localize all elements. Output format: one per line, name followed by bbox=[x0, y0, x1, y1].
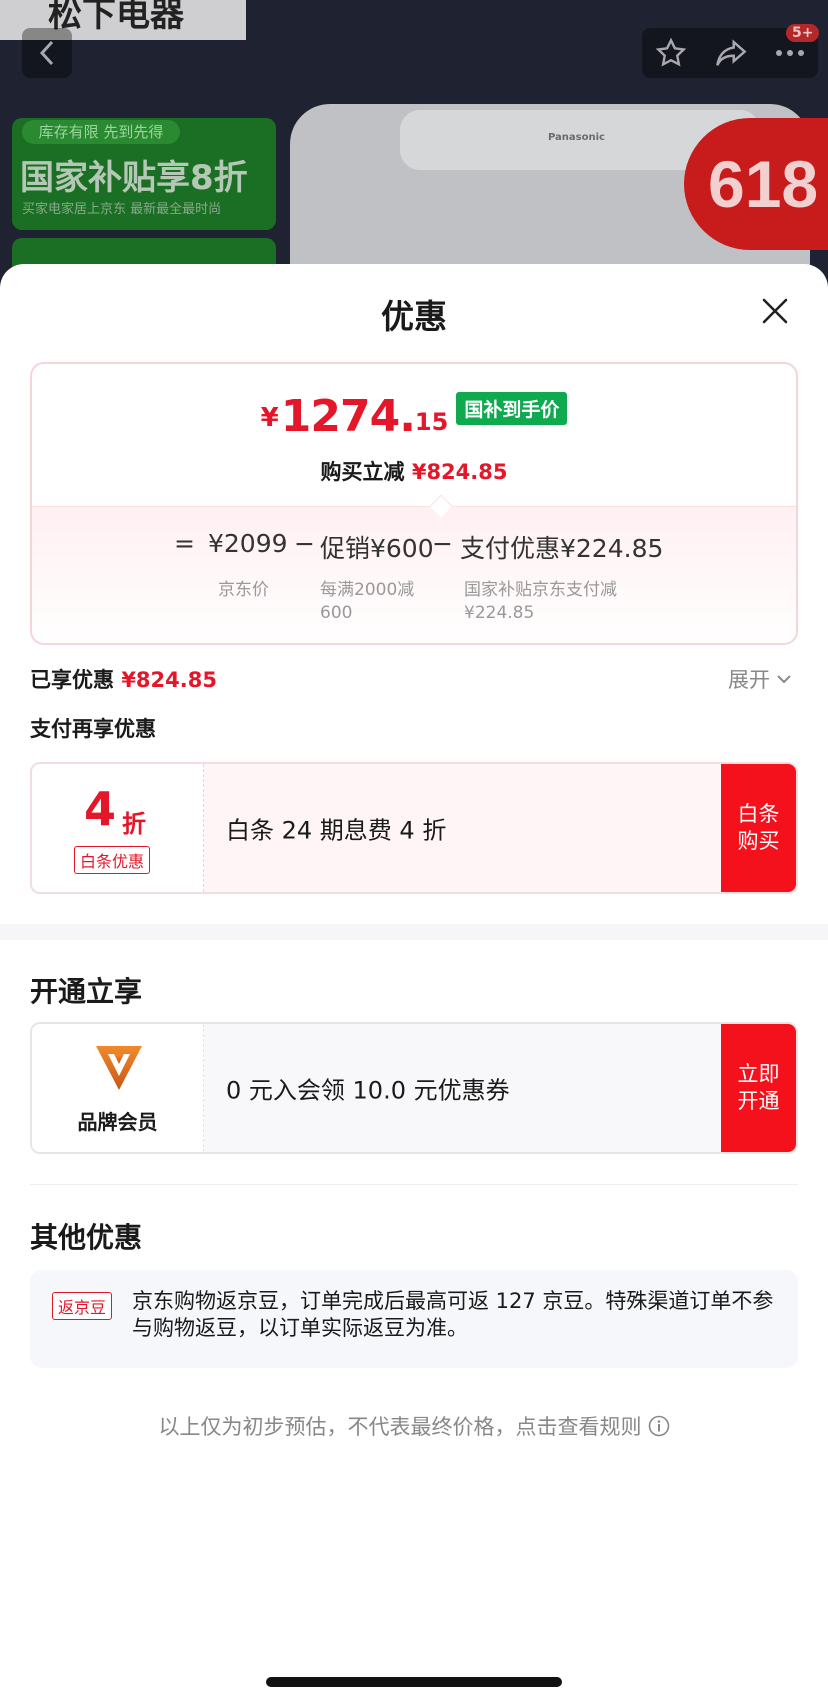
enjoyed-discount: 已享优惠 ¥824.85 bbox=[30, 664, 217, 694]
sheet-title: 优惠 bbox=[381, 297, 447, 336]
divider bbox=[30, 1184, 798, 1185]
back-button[interactable] bbox=[22, 28, 72, 78]
promo-sub-text: 买家电家居上京东 最新最全最时尚 bbox=[22, 202, 222, 217]
minus-sign: − bbox=[432, 529, 453, 558]
close-icon[interactable] bbox=[758, 294, 792, 328]
promo-amount: 促销¥600 bbox=[320, 534, 434, 563]
rules-note-text: 以上仅为初步预估，不代表最终价格，点击查看规则 bbox=[158, 1415, 642, 1439]
info-icon bbox=[648, 1415, 669, 1437]
base-price: ¥2099 bbox=[208, 529, 288, 558]
price-formula-section: = ¥2099 − 促销¥600 − 支付优惠¥224.85 京东价 每满200… bbox=[32, 506, 796, 643]
enjoyed-label: 已享优惠 bbox=[30, 668, 114, 692]
enjoyed-value: ¥824.85 bbox=[121, 668, 217, 692]
promo-main-text: 国家补贴享8折 bbox=[20, 158, 248, 198]
promo-note: 每满2000减600 bbox=[320, 580, 415, 623]
rules-note[interactable]: 以上仅为初步预估，不代表最终价格，点击查看规则 bbox=[0, 1411, 828, 1441]
baitiao-discount-box: 4 折 白条优惠 bbox=[32, 764, 204, 892]
jingdou-rebate-box: 返京豆 京东购物返京豆，订单完成后最高可返 127 京豆。特殊渠道订单不参与购物… bbox=[30, 1270, 798, 1368]
jingdou-tag: 返京豆 bbox=[52, 1292, 113, 1320]
section-divider bbox=[0, 924, 828, 940]
brand-member-v-icon bbox=[96, 1046, 142, 1090]
product-page-background: 松下电器 Panasonic 618 库存有限 先到先得 国家补贴享8折 买家电… bbox=[0, 0, 828, 300]
price-breakdown-card: ¥ 1274. 15 国补到手价 购买立减 ¥824.85 = ¥2099 − … bbox=[30, 362, 798, 645]
notification-badge: 5+ bbox=[786, 24, 820, 42]
baitiao-discount-label: 白条优惠 bbox=[74, 846, 151, 874]
expand-label: 展开 bbox=[728, 668, 770, 692]
subsidy-price-tag: 国补到手价 bbox=[456, 392, 568, 425]
chevron-down-icon bbox=[777, 675, 791, 684]
baitiao-text: 白条 24 期息费 4 折 bbox=[226, 816, 447, 845]
minus-sign: − bbox=[294, 529, 315, 558]
home-indicator[interactable] bbox=[266, 1677, 562, 1687]
star-icon[interactable] bbox=[655, 37, 687, 69]
discount-number: 4 bbox=[84, 782, 117, 836]
jingdou-rebate-text: 京东购物返京豆，订单完成后最高可返 127 京豆。特殊渠道订单不参与购物返豆，以… bbox=[132, 1289, 774, 1340]
final-price-section: ¥ 1274. 15 国补到手价 购买立减 ¥824.85 bbox=[32, 364, 796, 506]
membership-text: 0 元入会领 10.0 元优惠券 bbox=[226, 1076, 510, 1105]
expand-button[interactable]: 展开 bbox=[728, 664, 792, 694]
chevron-left-icon bbox=[39, 40, 54, 66]
discount-sheet: 优惠 ¥ 1274. 15 国补到手价 购买立减 ¥824.85 = ¥2099… bbox=[0, 264, 828, 1704]
brand-member-label: 品牌会员 bbox=[77, 1110, 158, 1134]
baitiao-description: 白条 24 期息费 4 折 bbox=[204, 764, 721, 892]
product-brand: Panasonic bbox=[548, 132, 605, 143]
price-formula: = ¥2099 − 促销¥600 − 支付优惠¥224.85 bbox=[32, 529, 796, 569]
pay-more-title: 支付再享优惠 bbox=[30, 717, 156, 741]
baitiao-buy-button[interactable]: 白条购买 bbox=[721, 764, 796, 892]
pay-discount-amount: 支付优惠¥224.85 bbox=[460, 534, 664, 563]
price-integer: 1274. bbox=[280, 391, 416, 442]
final-price: ¥ 1274. 15 国补到手价 bbox=[32, 392, 796, 439]
currency-symbol: ¥ bbox=[260, 403, 279, 433]
pay-discount-note: 国家补贴京东支付减¥224.85 bbox=[464, 580, 617, 623]
price-decimal: 15 bbox=[414, 408, 449, 436]
equals-sign: = bbox=[174, 529, 195, 558]
membership-description: 0 元入会领 10.0 元优惠券 bbox=[204, 1024, 721, 1152]
baitiao-coupon: 4 折 白条优惠 白条 24 期息费 4 折 白条购买 bbox=[30, 762, 798, 894]
instant-discount-value: ¥824.85 bbox=[411, 460, 508, 484]
membership-section-title: 开通立享 bbox=[30, 975, 143, 1008]
join-now-button[interactable]: 立即开通 bbox=[721, 1024, 796, 1152]
share-icon[interactable] bbox=[714, 38, 748, 68]
membership-coupon: 品牌会员 0 元入会领 10.0 元优惠券 立即开通 bbox=[30, 1022, 798, 1154]
promo-tag: 库存有限 先到先得 bbox=[22, 120, 180, 144]
discount-unit: 折 bbox=[122, 810, 146, 838]
base-price-note: 京东价 bbox=[218, 580, 269, 600]
instant-discount-label: 购买立减 bbox=[320, 460, 405, 484]
other-section-title: 其他优惠 bbox=[30, 1221, 143, 1254]
membership-badge-box: 品牌会员 bbox=[32, 1024, 204, 1152]
sale-618-badge: 618 bbox=[684, 118, 828, 250]
more-icon[interactable] bbox=[775, 48, 805, 58]
instant-discount: 购买立减 ¥824.85 bbox=[32, 456, 796, 486]
